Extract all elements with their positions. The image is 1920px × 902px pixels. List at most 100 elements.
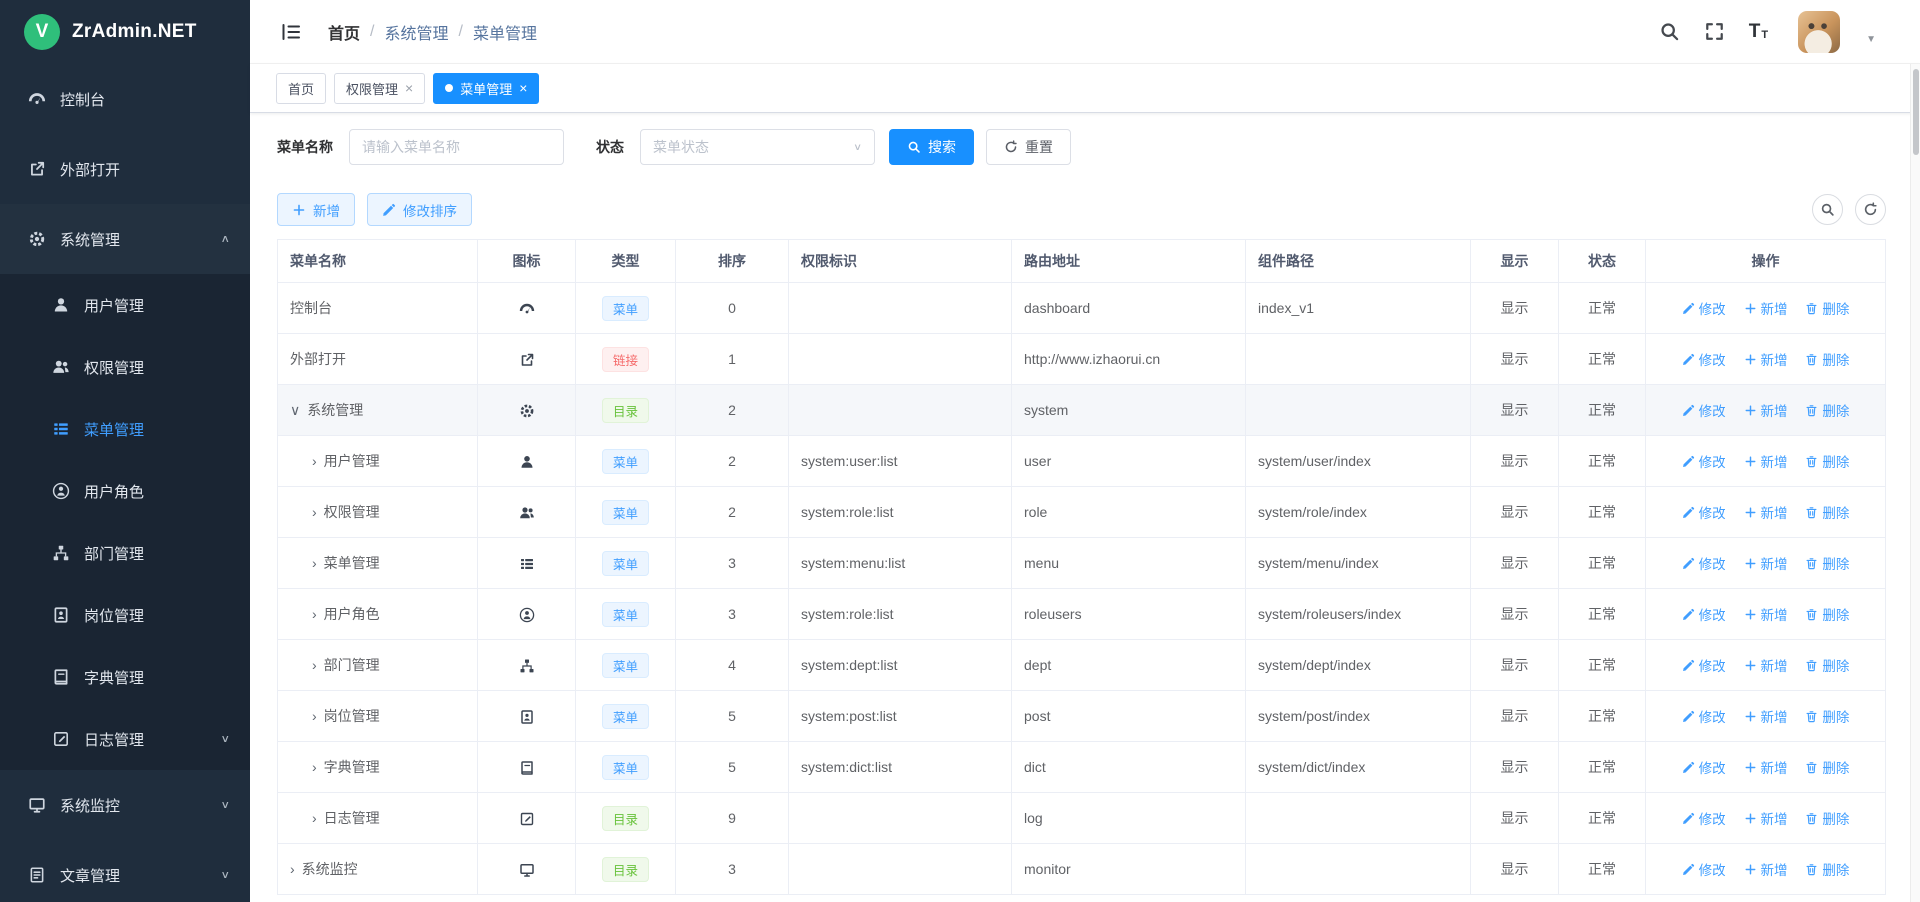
delete-link[interactable]: 删除: [1805, 502, 1849, 522]
font-size-icon[interactable]: TT: [1749, 22, 1768, 41]
edit-link[interactable]: 修改: [1682, 706, 1726, 726]
expand-arrow-icon[interactable]: ›: [312, 810, 317, 826]
icon-cell: [478, 640, 576, 691]
add-button[interactable]: 新增: [277, 193, 355, 226]
delete-link[interactable]: 删除: [1805, 400, 1849, 420]
expand-arrow-icon[interactable]: ›: [312, 759, 317, 775]
table-row[interactable]: › 系统监控 目录 3 monitor 显示: [278, 844, 1886, 895]
table-search-toggle-button[interactable]: [1812, 194, 1843, 225]
breadcrumb-system[interactable]: 系统管理: [384, 20, 448, 44]
delete-link[interactable]: 删除: [1805, 808, 1849, 828]
delete-link[interactable]: 删除: [1805, 859, 1849, 879]
table-row[interactable]: › 日志管理 目录 9 log 显示: [278, 793, 1886, 844]
tab-menu-management[interactable]: 菜单管理 ×: [433, 73, 539, 104]
delete-link[interactable]: 删除: [1805, 706, 1849, 726]
breadcrumb-home[interactable]: 首页: [328, 20, 360, 44]
user-dropdown-caret-icon[interactable]: ▼: [1866, 34, 1876, 45]
edit-link[interactable]: 修改: [1682, 604, 1726, 624]
table-row[interactable]: › 菜单管理 菜单 3 system:menu:list menu system…: [278, 538, 1886, 589]
delete-link[interactable]: 删除: [1805, 604, 1849, 624]
reset-button[interactable]: 重置: [986, 129, 1071, 165]
table-toolbar: 新增 修改排序: [277, 193, 1886, 226]
column-header-type: 类型: [576, 240, 676, 283]
expand-arrow-icon[interactable]: ›: [312, 504, 317, 520]
delete-link[interactable]: 删除: [1805, 757, 1849, 777]
search-icon[interactable]: [1659, 21, 1680, 42]
edit-link[interactable]: 修改: [1682, 808, 1726, 828]
operation-cell: 修改 新增 删除: [1646, 844, 1886, 895]
delete-link[interactable]: 删除: [1805, 451, 1849, 471]
sidebar-item-dashboard[interactable]: 控制台: [0, 64, 250, 134]
delete-link[interactable]: 删除: [1805, 349, 1849, 369]
avatar[interactable]: [1798, 11, 1840, 53]
table-row[interactable]: › 用户管理 菜单 2 system:user:list user system…: [278, 436, 1886, 487]
app-logo[interactable]: V ZrAdmin.NET: [0, 0, 250, 64]
expand-arrow-icon[interactable]: ›: [312, 657, 317, 673]
delete-link[interactable]: 删除: [1805, 298, 1849, 318]
tab-permission-management[interactable]: 权限管理 ×: [334, 73, 425, 104]
edit-link[interactable]: 修改: [1682, 655, 1726, 675]
tab-home[interactable]: 首页: [276, 73, 326, 104]
table-refresh-button[interactable]: [1855, 194, 1886, 225]
sidebar-item-user-role[interactable]: 用户角色: [0, 460, 250, 522]
table-row[interactable]: 控制台 菜单 0 dashboard index_v1 显示 正常: [278, 283, 1886, 334]
close-icon[interactable]: ×: [519, 80, 527, 96]
fullscreen-icon[interactable]: [1704, 21, 1725, 42]
expand-arrow-icon[interactable]: ›: [312, 708, 317, 724]
table-row[interactable]: › 部门管理 菜单 4 system:dept:list dept system…: [278, 640, 1886, 691]
sidebar-item-log-management[interactable]: 日志管理 ∨: [0, 708, 250, 770]
edit-link[interactable]: 修改: [1682, 502, 1726, 522]
table-row[interactable]: › 岗位管理 菜单 5 system:post:list post system…: [278, 691, 1886, 742]
edit-link[interactable]: 修改: [1682, 757, 1726, 777]
edit-link[interactable]: 修改: [1682, 553, 1726, 573]
add-link[interactable]: 新增: [1744, 757, 1788, 777]
edit-link[interactable]: 修改: [1682, 451, 1726, 471]
add-link[interactable]: 新增: [1744, 298, 1788, 318]
add-link[interactable]: 新增: [1744, 706, 1788, 726]
delete-link[interactable]: 删除: [1805, 553, 1849, 573]
close-icon[interactable]: ×: [405, 80, 413, 96]
sidebar-item-user-management[interactable]: 用户管理: [0, 274, 250, 336]
table-row[interactable]: › 权限管理 菜单 2 system:role:list role system…: [278, 487, 1886, 538]
table-row[interactable]: › 用户角色 菜单 3 system:role:list roleusers s…: [278, 589, 1886, 640]
sidebar-item-department-management[interactable]: 部门管理: [0, 522, 250, 584]
table-row[interactable]: 外部打开 链接 1 http://www.izhaorui.cn 显示: [278, 334, 1886, 385]
add-link[interactable]: 新增: [1744, 400, 1788, 420]
scrollbar-thumb[interactable]: [1913, 69, 1919, 155]
edit-link[interactable]: 修改: [1682, 400, 1726, 420]
status-select[interactable]: 菜单状态 ∨: [640, 129, 875, 165]
expand-arrow-icon[interactable]: ›: [312, 453, 317, 469]
expand-arrow-icon[interactable]: ›: [290, 861, 295, 877]
expand-arrow-icon[interactable]: ›: [312, 555, 317, 571]
add-link[interactable]: 新增: [1744, 553, 1788, 573]
edit-link[interactable]: 修改: [1682, 859, 1726, 879]
sidebar-item-article-management[interactable]: 文章管理 ∨: [0, 840, 250, 902]
edit-link[interactable]: 修改: [1682, 298, 1726, 318]
sidebar-item-menu-management[interactable]: 菜单管理: [0, 398, 250, 460]
sidebar-toggle-icon[interactable]: [280, 21, 302, 43]
sidebar-item-dict-management[interactable]: 字典管理: [0, 646, 250, 708]
table-row[interactable]: ∨ 系统管理 目录 2 system 显示: [278, 385, 1886, 436]
add-link[interactable]: 新增: [1744, 604, 1788, 624]
add-link[interactable]: 新增: [1744, 655, 1788, 675]
route-cell: roleusers: [1012, 589, 1246, 640]
sidebar-item-system-management[interactable]: 系统管理 ∧: [0, 204, 250, 274]
add-link[interactable]: 新增: [1744, 349, 1788, 369]
sidebar-item-permission-management[interactable]: 权限管理: [0, 336, 250, 398]
search-button[interactable]: 搜索: [889, 129, 974, 165]
sidebar-item-post-management[interactable]: 岗位管理: [0, 584, 250, 646]
add-link[interactable]: 新增: [1744, 859, 1788, 879]
table-row[interactable]: › 字典管理 菜单 5 system:dict:list dict system…: [278, 742, 1886, 793]
add-link[interactable]: 新增: [1744, 808, 1788, 828]
menu-name-input[interactable]: [349, 129, 564, 165]
add-link[interactable]: 新增: [1744, 451, 1788, 471]
sidebar-item-system-monitor[interactable]: 系统监控 ∨: [0, 770, 250, 840]
edit-link[interactable]: 修改: [1682, 349, 1726, 369]
expand-arrow-icon[interactable]: ›: [312, 606, 317, 622]
expand-arrow-icon[interactable]: ∨: [290, 402, 300, 419]
modify-sort-button[interactable]: 修改排序: [367, 193, 472, 226]
sidebar-item-external-open[interactable]: 外部打开: [0, 134, 250, 204]
delete-link[interactable]: 删除: [1805, 655, 1849, 675]
monitor-icon: [28, 796, 46, 814]
add-link[interactable]: 新增: [1744, 502, 1788, 522]
